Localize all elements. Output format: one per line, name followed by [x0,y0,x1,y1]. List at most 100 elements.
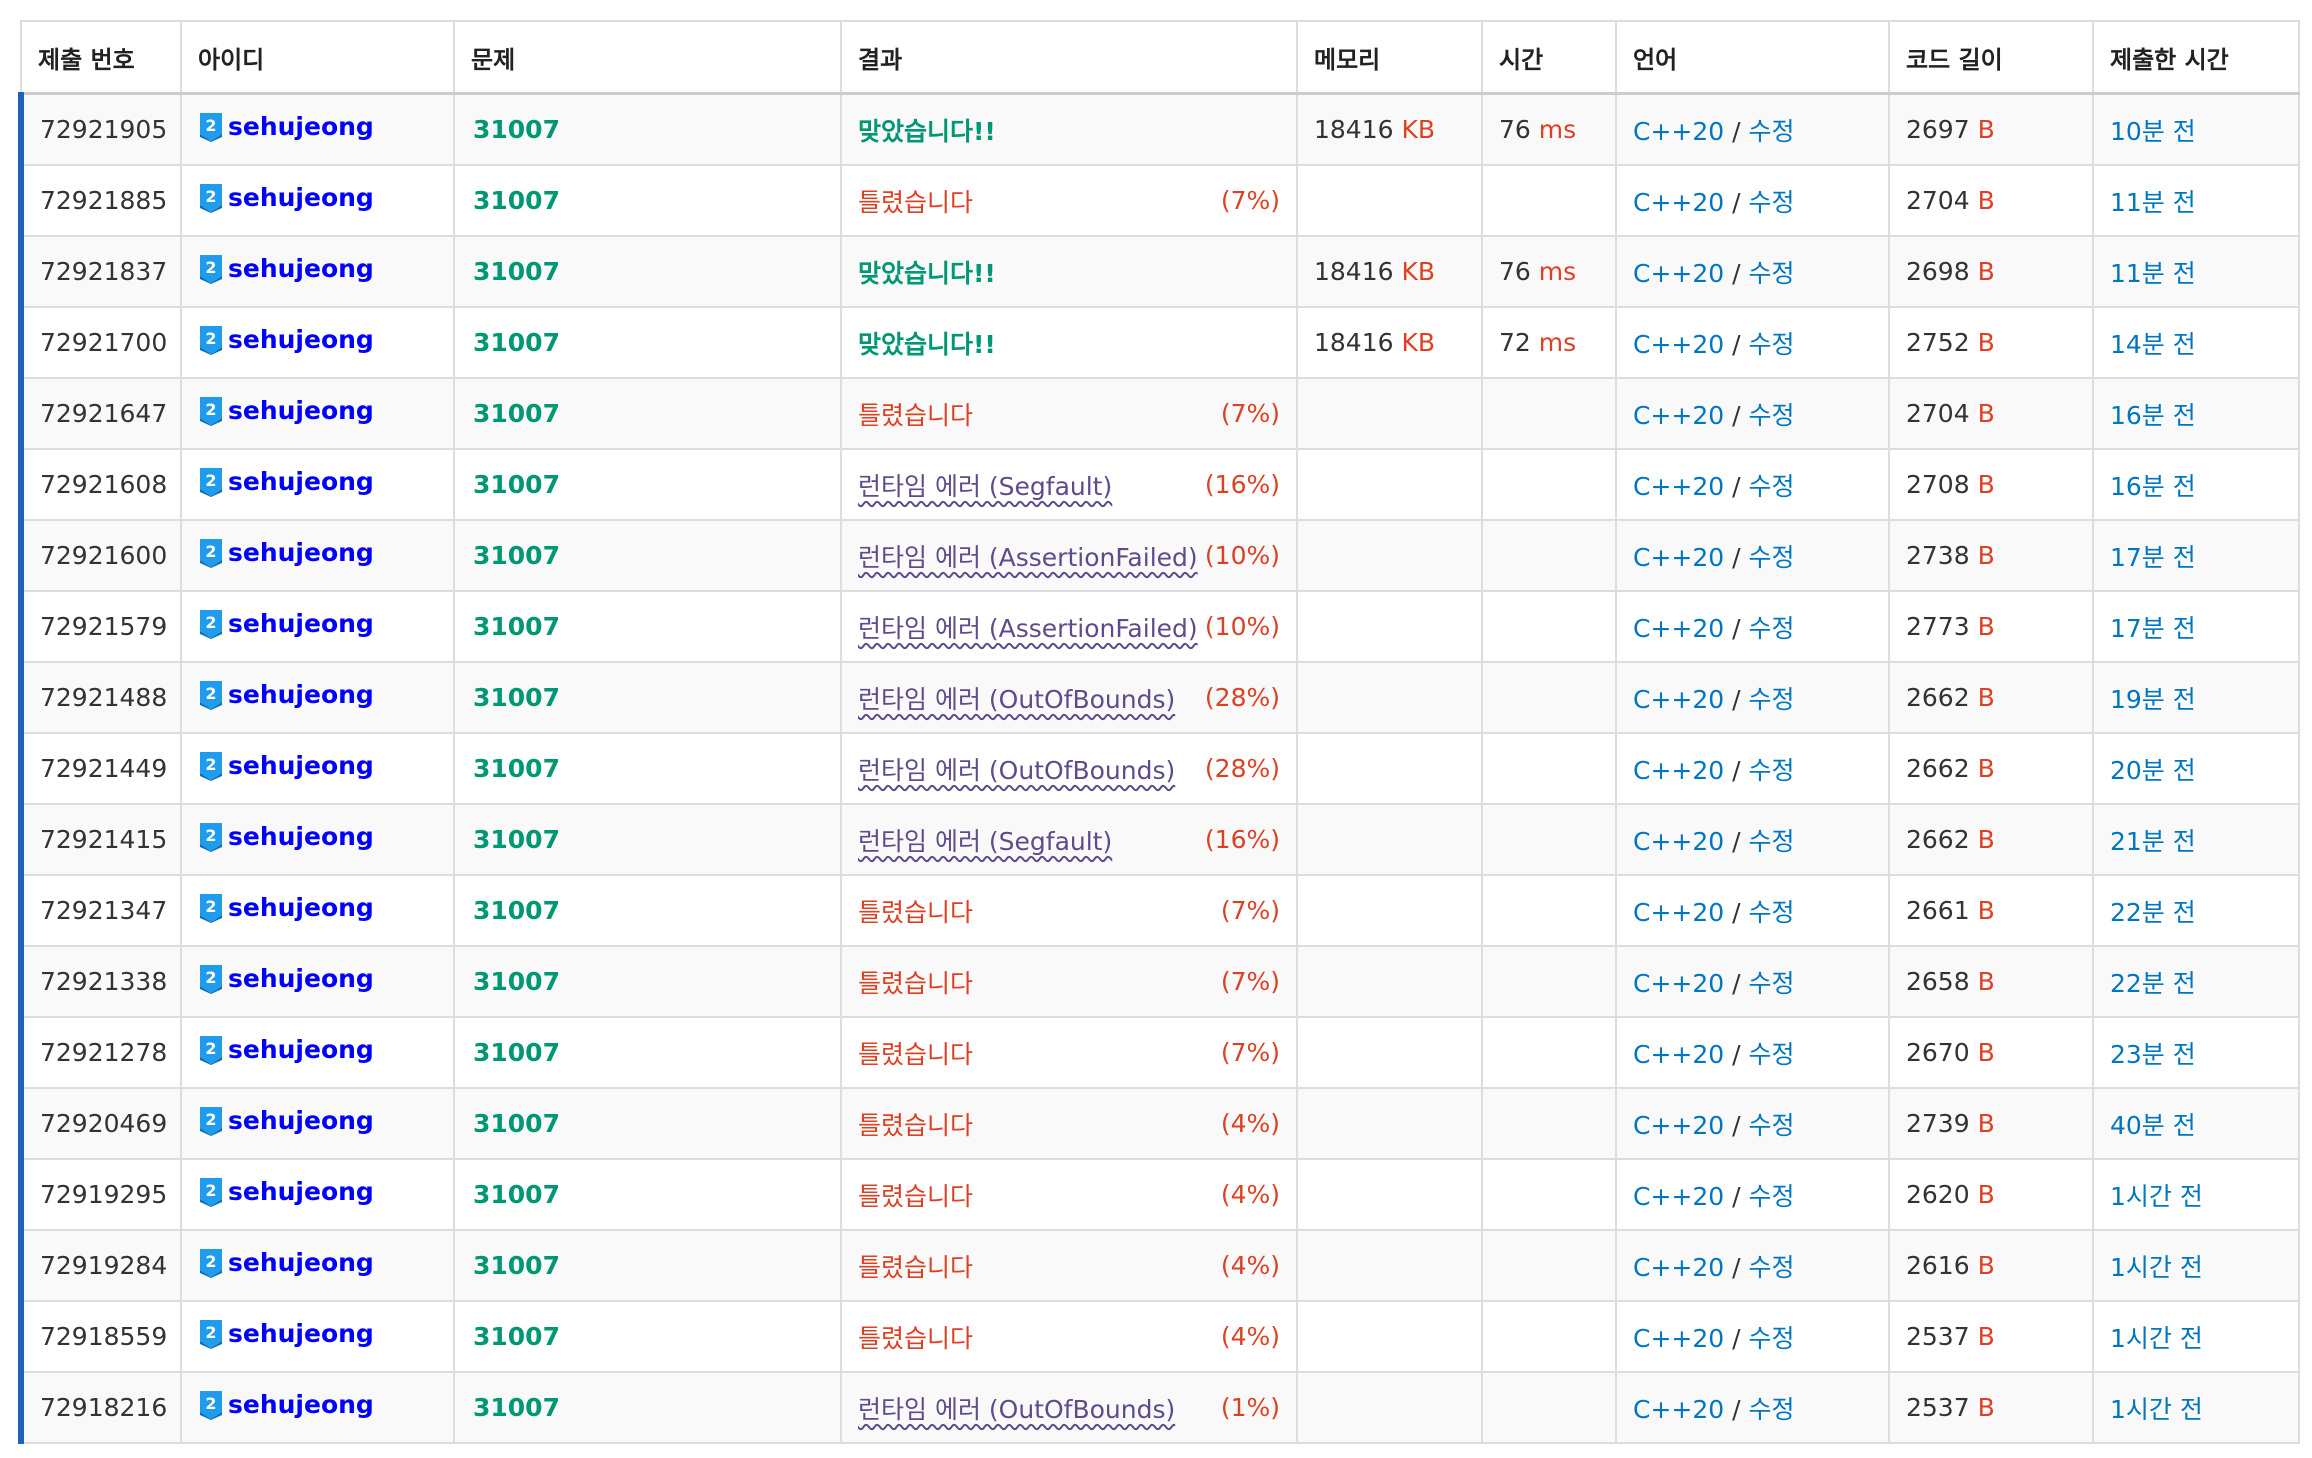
language-link[interactable]: C++20 [1633,188,1724,217]
user-link[interactable]: 2 sehujeong [198,1248,374,1278]
problem-link[interactable]: 31007 [471,115,560,144]
problem-link[interactable]: 31007 [471,541,560,570]
language-link[interactable]: C++20 [1633,1324,1724,1353]
edit-link[interactable]: 수정 [1749,330,1795,359]
problem-link[interactable]: 31007 [471,1393,560,1422]
language-link[interactable]: C++20 [1633,1395,1724,1424]
edit-link[interactable]: 수정 [1749,1324,1795,1353]
problem-link[interactable]: 31007 [471,399,560,428]
language-link[interactable]: C++20 [1633,330,1724,359]
edit-link[interactable]: 수정 [1749,188,1795,217]
problem-link[interactable]: 31007 [471,1109,560,1138]
user-link[interactable]: 2 sehujeong [198,751,374,781]
result-text[interactable]: 런타임 에러 (OutOfBounds) [858,680,1175,716]
problem-link[interactable]: 31007 [471,328,560,357]
result-text[interactable]: 런타임 에러 (Segfault) [858,467,1112,503]
language-link[interactable]: C++20 [1633,1253,1724,1282]
submitted-time-link[interactable]: 11분 전 [2110,188,2196,217]
result-text[interactable]: 런타임 에러 (AssertionFailed) [858,609,1198,645]
problem-link[interactable]: 31007 [471,754,560,783]
user-link[interactable]: 2 sehujeong [198,254,374,284]
edit-link[interactable]: 수정 [1749,259,1795,288]
problem-link[interactable]: 31007 [471,896,560,925]
language-link[interactable]: C++20 [1633,259,1724,288]
submitted-time-link[interactable]: 16분 전 [2110,401,2196,430]
language-link[interactable]: C++20 [1633,756,1724,785]
user-link[interactable]: 2 sehujeong [198,609,374,639]
user-link[interactable]: 2 sehujeong [198,1035,374,1065]
language-link[interactable]: C++20 [1633,827,1724,856]
language-link[interactable]: C++20 [1633,614,1724,643]
language-link[interactable]: C++20 [1633,969,1724,998]
problem-link[interactable]: 31007 [471,967,560,996]
user-link[interactable]: 2 sehujeong [198,893,374,923]
submitted-time-link[interactable]: 10분 전 [2110,117,2196,146]
submitted-time-link[interactable]: 1시간 전 [2110,1253,2203,1282]
language-link[interactable]: C++20 [1633,401,1724,430]
edit-link[interactable]: 수정 [1749,401,1795,430]
result-text[interactable]: 런타임 에러 (Segfault) [858,822,1112,858]
user-link[interactable]: 2 sehujeong [198,1390,374,1420]
submitted-time-link[interactable]: 17분 전 [2110,614,2196,643]
submitted-time-link[interactable]: 22분 전 [2110,969,2196,998]
submitted-time-link[interactable]: 40분 전 [2110,1111,2196,1140]
user-link[interactable]: 2 sehujeong [198,822,374,852]
edit-link[interactable]: 수정 [1749,898,1795,927]
edit-link[interactable]: 수정 [1749,827,1795,856]
submitted-time-link[interactable]: 22분 전 [2110,898,2196,927]
edit-link[interactable]: 수정 [1749,543,1795,572]
submitted-time-link[interactable]: 14분 전 [2110,330,2196,359]
edit-link[interactable]: 수정 [1749,756,1795,785]
result-text[interactable]: 런타임 에러 (AssertionFailed) [858,538,1198,574]
user-link[interactable]: 2 sehujeong [198,964,374,994]
problem-link[interactable]: 31007 [471,1180,560,1209]
user-link[interactable]: 2 sehujeong [198,680,374,710]
problem-link[interactable]: 31007 [471,825,560,854]
submitted-time-link[interactable]: 17분 전 [2110,543,2196,572]
problem-link[interactable]: 31007 [471,1322,560,1351]
language-link[interactable]: C++20 [1633,685,1724,714]
submitted-time-link[interactable]: 16분 전 [2110,472,2196,501]
user-link[interactable]: 2 sehujeong [198,538,374,568]
edit-link[interactable]: 수정 [1749,1182,1795,1211]
edit-link[interactable]: 수정 [1749,1395,1795,1424]
edit-link[interactable]: 수정 [1749,969,1795,998]
problem-link[interactable]: 31007 [471,470,560,499]
problem-link[interactable]: 31007 [471,1251,560,1280]
problem-link[interactable]: 31007 [471,1038,560,1067]
submitted-time-link[interactable]: 1시간 전 [2110,1182,2203,1211]
user-link[interactable]: 2 sehujeong [198,183,374,213]
submitted-time-link[interactable]: 1시간 전 [2110,1395,2203,1424]
user-link[interactable]: 2 sehujeong [198,396,374,426]
user-link[interactable]: 2 sehujeong [198,1106,374,1136]
problem-link[interactable]: 31007 [471,257,560,286]
language-link[interactable]: C++20 [1633,543,1724,572]
problem-link[interactable]: 31007 [471,186,560,215]
submitted-time-link[interactable]: 20분 전 [2110,756,2196,785]
language-link[interactable]: C++20 [1633,472,1724,501]
user-link[interactable]: 2 sehujeong [198,1177,374,1207]
edit-link[interactable]: 수정 [1749,685,1795,714]
language-link[interactable]: C++20 [1633,1111,1724,1140]
submitted-time-link[interactable]: 1시간 전 [2110,1324,2203,1353]
submitted-time-link[interactable]: 19분 전 [2110,685,2196,714]
user-link[interactable]: 2 sehujeong [198,1319,374,1349]
edit-link[interactable]: 수정 [1749,1040,1795,1069]
edit-link[interactable]: 수정 [1749,472,1795,501]
user-link[interactable]: 2 sehujeong [198,112,374,142]
language-link[interactable]: C++20 [1633,1182,1724,1211]
submitted-time-link[interactable]: 11분 전 [2110,259,2196,288]
problem-link[interactable]: 31007 [471,612,560,641]
language-link[interactable]: C++20 [1633,898,1724,927]
user-link[interactable]: 2 sehujeong [198,467,374,497]
problem-link[interactable]: 31007 [471,683,560,712]
edit-link[interactable]: 수정 [1749,117,1795,146]
edit-link[interactable]: 수정 [1749,614,1795,643]
submitted-time-link[interactable]: 23분 전 [2110,1040,2196,1069]
edit-link[interactable]: 수정 [1749,1111,1795,1140]
language-link[interactable]: C++20 [1633,117,1724,146]
user-link[interactable]: 2 sehujeong [198,325,374,355]
result-text[interactable]: 런타임 에러 (OutOfBounds) [858,1390,1175,1426]
edit-link[interactable]: 수정 [1749,1253,1795,1282]
submitted-time-link[interactable]: 21분 전 [2110,827,2196,856]
